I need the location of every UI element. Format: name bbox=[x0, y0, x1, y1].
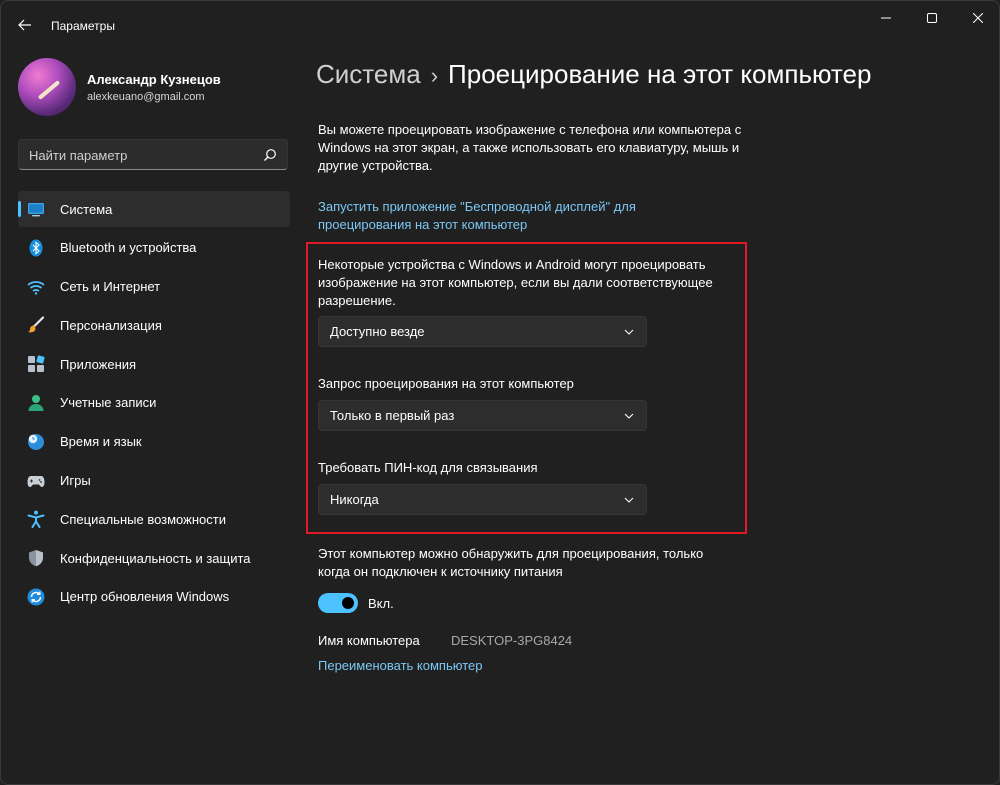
chevron-down-icon bbox=[624, 413, 634, 419]
close-button[interactable] bbox=[955, 1, 999, 35]
search-box bbox=[18, 139, 288, 170]
window-controls bbox=[863, 1, 999, 35]
chevron-down-icon bbox=[624, 329, 634, 335]
dropdown-value: Никогда bbox=[330, 492, 379, 507]
sidebar-item-label: Сеть и Интернет bbox=[60, 279, 161, 295]
user-name: Александр Кузнецов bbox=[87, 72, 221, 87]
breadcrumb-separator: › bbox=[430, 63, 439, 88]
user-email: alexkeuano@gmail.com bbox=[87, 91, 205, 103]
pin-required-label: Требовать ПИН-код для связывания bbox=[318, 460, 538, 475]
availability-dropdown[interactable]: Доступно везде bbox=[318, 316, 647, 347]
projection-request-label: Запрос проецирования на этот компьютер bbox=[318, 376, 574, 391]
update-icon bbox=[27, 588, 45, 606]
title-bar: Параметры bbox=[1, 1, 999, 49]
rename-pc-link[interactable]: Переименовать компьютер bbox=[318, 658, 482, 673]
wifi-icon bbox=[27, 280, 45, 295]
sidebar-item-label: Время и язык bbox=[60, 434, 142, 450]
page-description: Вы можете проецировать изображение с тел… bbox=[318, 122, 742, 173]
maximize-button[interactable] bbox=[909, 1, 955, 35]
power-discovery-text: Этот компьютер можно обнаружить для прое… bbox=[318, 546, 704, 579]
sidebar-item-time-language[interactable]: Время и язык bbox=[18, 424, 290, 460]
sidebar-item-label: Bluetooth и устройства bbox=[60, 240, 197, 256]
sidebar-item-label: Приложения bbox=[60, 356, 137, 372]
sidebar-item-accounts[interactable]: Учетные записи bbox=[18, 385, 290, 421]
pc-name-value: DESKTOP-3PG8424 bbox=[451, 633, 573, 648]
shield-icon bbox=[29, 550, 43, 567]
apps-icon bbox=[28, 355, 45, 373]
chevron-down-icon bbox=[624, 497, 634, 503]
sidebar-nav: Система Bluetooth и устройства Сеть и Ин… bbox=[18, 191, 290, 618]
page-title: Проецирование на этот компьютер bbox=[448, 59, 872, 89]
bluetooth-icon bbox=[29, 239, 43, 257]
sidebar-item-network[interactable]: Сеть и Интернет bbox=[18, 269, 290, 305]
clock-globe-icon bbox=[28, 433, 44, 450]
sidebar-item-label: Конфиденциальность и защита bbox=[60, 550, 251, 566]
launch-wireless-display-link[interactable]: Запустить приложение "Беспроводной диспл… bbox=[318, 198, 678, 234]
accessibility-icon bbox=[27, 510, 45, 529]
search-icon[interactable] bbox=[263, 148, 277, 162]
sidebar-item-privacy[interactable]: Конфиденциальность и защита bbox=[18, 540, 290, 576]
sidebar-item-personalization[interactable]: Персонализация bbox=[18, 307, 290, 343]
avatar[interactable] bbox=[18, 58, 76, 116]
breadcrumb: Система › Проецирование на этот компьютер bbox=[316, 59, 871, 90]
gamepad-icon bbox=[27, 475, 45, 487]
sidebar-item-label: Учетные записи bbox=[60, 395, 157, 411]
dropdown-value: Доступно везде bbox=[330, 324, 425, 339]
availability-label: Некоторые устройства с Windows и Android… bbox=[318, 257, 713, 308]
sidebar-item-windows-update[interactable]: Центр обновления Windows bbox=[18, 579, 290, 615]
sidebar-item-label: Центр обновления Windows bbox=[60, 589, 230, 605]
brush-icon bbox=[28, 316, 45, 333]
sidebar-item-label: Персонализация bbox=[60, 317, 162, 333]
sidebar-item-label: Система bbox=[60, 201, 113, 217]
sidebar-item-apps[interactable]: Приложения bbox=[18, 346, 290, 382]
minimize-button[interactable] bbox=[863, 1, 909, 35]
dropdown-value: Только в первый раз bbox=[330, 408, 455, 423]
sidebar-item-system[interactable]: Система bbox=[18, 191, 290, 227]
sidebar-item-bluetooth[interactable]: Bluetooth и устройства bbox=[18, 230, 290, 266]
sidebar-item-label: Специальные возможности bbox=[60, 511, 226, 527]
close-icon bbox=[973, 13, 983, 23]
sidebar-item-label: Игры bbox=[60, 473, 91, 489]
maximize-icon bbox=[927, 13, 937, 23]
settings-window: Параметры Александр Кузнецов alexkeuano@… bbox=[0, 0, 1000, 785]
back-arrow-icon bbox=[18, 19, 31, 31]
minimize-icon bbox=[881, 17, 891, 19]
back-button[interactable] bbox=[11, 11, 39, 39]
pc-name-label: Имя компьютера bbox=[318, 633, 420, 648]
pin-required-dropdown[interactable]: Никогда bbox=[318, 484, 647, 515]
toggle-state-label: Вкл. bbox=[368, 596, 394, 611]
search-input[interactable] bbox=[29, 146, 254, 164]
system-icon bbox=[28, 203, 44, 217]
breadcrumb-parent[interactable]: Система bbox=[316, 59, 421, 89]
account-icon bbox=[28, 394, 44, 411]
power-discovery-toggle[interactable] bbox=[318, 593, 358, 613]
sidebar-item-gaming[interactable]: Игры bbox=[18, 463, 290, 499]
toggle-knob bbox=[342, 597, 354, 609]
app-title: Параметры bbox=[51, 19, 115, 33]
sidebar-item-accessibility[interactable]: Специальные возможности bbox=[18, 501, 290, 537]
projection-request-dropdown[interactable]: Только в первый раз bbox=[318, 400, 647, 431]
